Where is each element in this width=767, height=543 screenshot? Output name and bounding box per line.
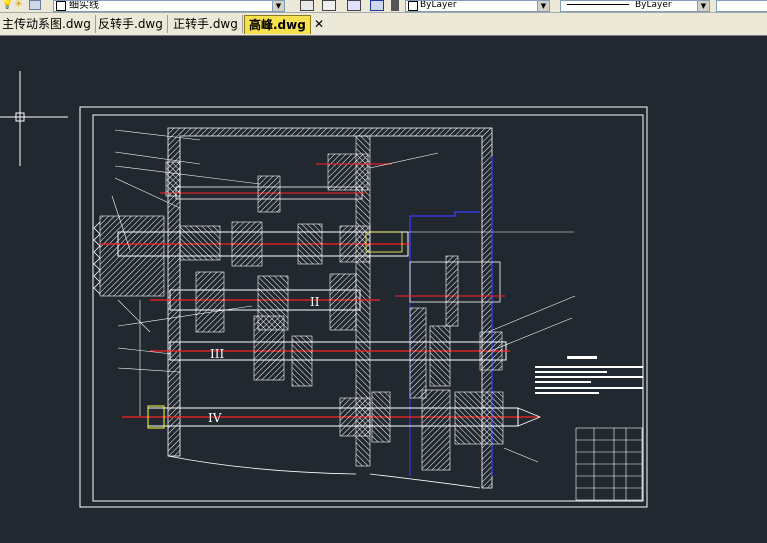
linetype-value: ByLayer	[635, 0, 672, 10]
title-block	[575, 427, 643, 501]
layer-properties-icon[interactable]	[300, 0, 314, 11]
match-layer-icon[interactable]	[347, 0, 361, 11]
shaft-label-iii: III	[210, 347, 224, 361]
drawing-canvas[interactable]: II III IV	[0, 36, 767, 539]
chevron-down-icon[interactable]: ▼	[697, 1, 709, 11]
document-tabs: 主传动系图.dwg 反转手.dwg 正转手.dwg 高峰.dwg ✕	[0, 13, 767, 36]
technical-notes	[535, 356, 643, 394]
color-swatch	[408, 1, 418, 11]
tab-file-3[interactable]: 正转手.dwg	[169, 15, 243, 33]
tab-file-active[interactable]: 高峰.dwg	[244, 15, 311, 34]
cad-drawing: II III IV	[0, 71, 648, 508]
color-dropdown[interactable]: ByLayer ▼	[405, 0, 550, 12]
shaft-label-ii: II	[310, 295, 320, 309]
sun-icon[interactable]: ☀	[14, 0, 23, 11]
shaft-ii: II	[150, 255, 505, 333]
layer-color-swatch	[56, 1, 66, 11]
separator-icon	[391, 0, 399, 11]
layer-name: 细实线	[69, 0, 99, 11]
linetype-sample-line	[567, 4, 629, 5]
tab-file-2[interactable]: 反转手.dwg	[94, 15, 168, 33]
layer-states-icon[interactable]	[322, 0, 336, 11]
shaft-label-iv: IV	[208, 411, 222, 425]
lineweight-dropdown[interactable]	[716, 0, 767, 12]
tab-file-1[interactable]: 主传动系图.dwg	[0, 15, 96, 33]
lock-icon[interactable]	[29, 0, 41, 10]
chevron-down-icon[interactable]: ▼	[272, 1, 284, 11]
color-value: ByLayer	[420, 0, 457, 10]
crosshair-cursor	[0, 71, 68, 166]
layer-dropdown[interactable]: 细实线 ▼	[53, 0, 285, 12]
properties-toolbar: 💡 ☀ 细实线 ▼ ByLayer ▼ ByLayer ▼	[0, 0, 767, 13]
lightbulb-icon[interactable]: 💡	[1, 0, 13, 11]
layer-previous-icon[interactable]	[370, 0, 384, 11]
chevron-down-icon[interactable]: ▼	[537, 1, 549, 11]
shaft-iv: IV	[122, 389, 542, 471]
close-icon[interactable]: ✕	[314, 15, 324, 33]
linetype-dropdown[interactable]: ByLayer ▼	[560, 0, 710, 12]
